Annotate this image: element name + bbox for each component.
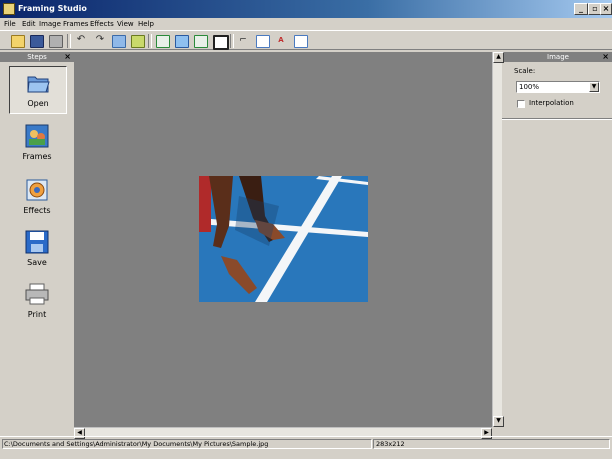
- horizontal-scrollbar[interactable]: ◀ ▶: [74, 427, 492, 439]
- scale-select[interactable]: 100% ▼: [516, 81, 600, 93]
- panel-divider: [502, 118, 612, 120]
- text-icon[interactable]: A: [275, 35, 287, 46]
- loaded-photo[interactable]: [199, 176, 368, 302]
- window-title: Framing Studio: [18, 4, 87, 13]
- menu-frames[interactable]: Frames: [63, 19, 88, 29]
- toolbar-separator: [148, 34, 152, 48]
- close-icon[interactable]: ×: [602, 52, 609, 62]
- menu-help[interactable]: Help: [138, 19, 154, 29]
- scale-value: 100%: [519, 83, 540, 91]
- step-label: Open: [27, 99, 49, 108]
- chevron-down-icon[interactable]: ▼: [589, 82, 599, 92]
- image-panel-header: Image ×: [504, 52, 612, 62]
- close-button[interactable]: ×: [600, 3, 612, 15]
- menu-image[interactable]: Image: [39, 19, 61, 29]
- save-icon[interactable]: [30, 35, 44, 48]
- interpolation-label: Interpolation: [529, 99, 574, 107]
- frame-icon[interactable]: [213, 35, 229, 50]
- paste-icon[interactable]: [131, 35, 145, 48]
- print-icon[interactable]: [49, 35, 63, 48]
- document-icon[interactable]: [294, 35, 308, 48]
- step-open[interactable]: Open: [9, 66, 67, 114]
- interpolation-checkbox[interactable]: [517, 100, 525, 108]
- status-bar: C:\Documents and Settings\Administrator\…: [0, 436, 612, 449]
- toolbar-separator: [67, 34, 71, 48]
- step-label: Save: [27, 258, 47, 267]
- floppy-icon: [25, 230, 49, 254]
- photo-image: [199, 176, 368, 302]
- toolbar: ↶ ↷ ⌐ A: [0, 30, 612, 50]
- title-bar: Framing Studio _ ▫ ×: [0, 0, 612, 18]
- effects-icon: [26, 179, 48, 201]
- new-file-icon[interactable]: [11, 35, 25, 48]
- frames-icon: [25, 124, 49, 148]
- step-label: Frames: [22, 152, 52, 161]
- undo-icon[interactable]: ↶: [75, 35, 87, 46]
- minimize-button[interactable]: _: [574, 3, 588, 15]
- step-print[interactable]: Print: [9, 278, 65, 324]
- step-label: Effects: [23, 206, 51, 215]
- steps-panel-header: Steps ×: [0, 52, 74, 62]
- image-panel-title: Image: [547, 53, 569, 61]
- menu-bar: File Edit Image Frames Effects View Help: [0, 18, 612, 30]
- scale-label: Scale:: [514, 67, 536, 75]
- crop-icon[interactable]: ⌐: [237, 35, 249, 46]
- folder-icon: [27, 76, 50, 93]
- close-icon[interactable]: ×: [64, 52, 71, 62]
- step-frames[interactable]: Frames: [9, 120, 65, 166]
- step-save[interactable]: Save: [9, 226, 65, 272]
- export-image-icon[interactable]: [194, 35, 208, 48]
- menu-file[interactable]: File: [4, 19, 16, 29]
- vertical-scrollbar[interactable]: ▲ ▼: [492, 52, 504, 427]
- status-file-path: C:\Documents and Settings\Administrator\…: [2, 439, 372, 449]
- steps-panel: Steps × Open Frames Effects Save Print: [0, 52, 74, 435]
- copy-icon[interactable]: [112, 35, 126, 48]
- toolbar-separator: [230, 34, 234, 48]
- fit-image-icon[interactable]: [156, 35, 170, 48]
- image-panel: Image × Scale: 100% ▼ Interpolation: [502, 52, 612, 435]
- page-icon[interactable]: [256, 35, 270, 48]
- menu-view[interactable]: View: [117, 19, 134, 29]
- fill-image-icon[interactable]: [175, 35, 189, 48]
- step-label: Print: [27, 310, 47, 319]
- redo-icon[interactable]: ↷: [94, 35, 106, 46]
- status-image-dimensions: 283x212: [373, 439, 610, 449]
- menu-effects[interactable]: Effects: [90, 19, 114, 29]
- step-effects[interactable]: Effects: [9, 174, 65, 220]
- app-icon[interactable]: [3, 3, 15, 15]
- steps-panel-title: Steps: [27, 53, 47, 61]
- menu-edit[interactable]: Edit: [22, 19, 36, 29]
- printer-icon: [25, 283, 49, 305]
